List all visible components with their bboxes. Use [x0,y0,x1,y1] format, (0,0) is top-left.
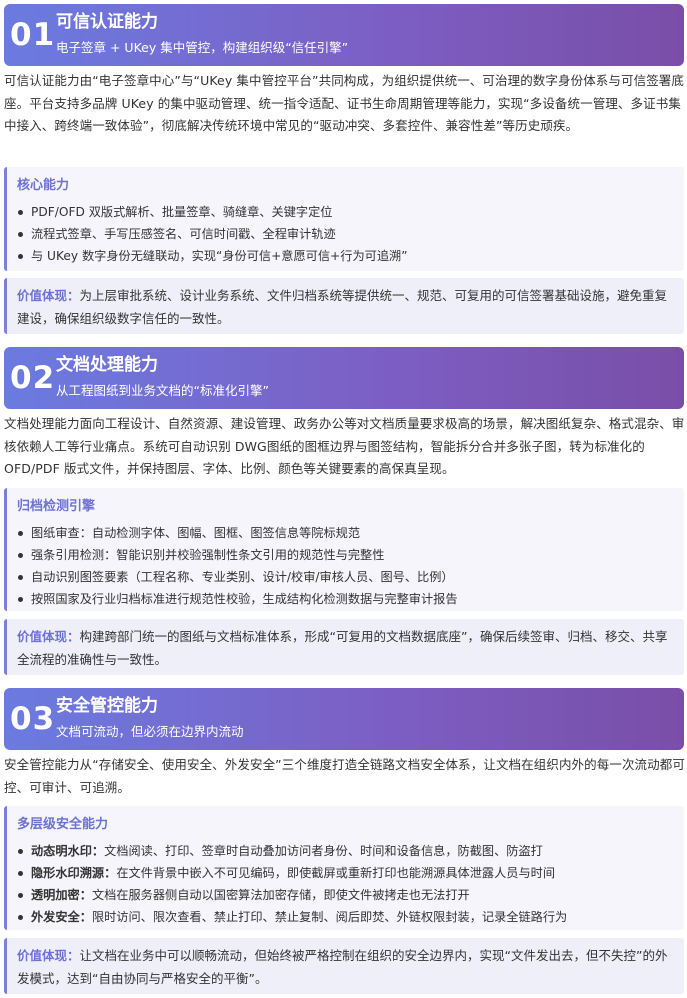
list-item: 与 UKey 数字身份无缝联动，实现“身份可信+意愿可信+行为可追溯” [17,245,676,267]
section-intro-03: 安全管控能力从“存储安全、使用安全、外发安全”三个维度打造全链路文档安全体系，让… [4,757,685,795]
value-box-02: 价值体现：构建跨部门统一的图纸与文档标准体系，形成“可复用的文档数据底座”，确保… [4,619,684,675]
section-header-03: 03 安全管控能力 文档可流动，但必须在边界内流动 [4,688,684,750]
value-box-01: 价值体现：为上层审批系统、设计业务系统、文件归档系统等提供统一、规范、可复用的可… [4,278,684,334]
section-header-02: 02 文档处理能力 从工程图纸到业务文档的“标准化引擎” [4,347,684,409]
section-intro-01: 可信认证能力由“电子签章中心”与“UKey 集中管控平台”共同构成，为组织提供统… [4,73,684,133]
section-header-01: 01 可信认证能力 电子签章 + UKey 集中管控，构建组织级“信任引擎” [4,4,684,66]
capability-card-03: 多层级安全能力 动态明水印：文档阅读、打印、签章时自动叠加访问者身份、时间和设备… [4,806,684,930]
value-box-03: 价值体现：让文档在业务中可以顺畅流动，但始终被严格控制在组织的安全边界内，实现“… [4,938,684,994]
section-subtitle: 电子签章 + UKey 集中管控，构建组织级“信任引擎” [56,40,349,55]
section-number: 03 [10,701,56,737]
section-title: 安全管控能力 [56,696,158,716]
section-number: 02 [10,360,56,396]
value-text: 为上层审批系统、设计业务系统、文件归档系统等提供统一、规范、可复用的可信签署基础… [17,288,668,326]
list-item: 图纸审查：自动检测字体、图幅、图框、图签信息等院标规范 [17,522,676,544]
list-item: 隐形水印溯源：在文件背景中嵌入不可见编码，即使截屏或重新打印也能溯源具体泄露人员… [17,862,676,884]
value-label: 价值体现： [17,288,80,303]
value-text: 构建跨部门统一的图纸与文档标准体系，形成“可复用的文档数据底座”，确保后续签审、… [17,629,668,667]
value-label: 价值体现： [17,948,80,963]
list-item: 强条引用检测：智能识别并校验强制性条文引用的规范性与完整性 [17,544,676,566]
capability-list: 动态明水印：文档阅读、打印、签章时自动叠加访问者身份、时间和设备信息，防截图、防… [17,840,676,928]
card-title: 多层级安全能力 [17,817,109,832]
section-subtitle: 文档可流动，但必须在边界内流动 [56,724,244,739]
list-item: 透明加密：文档在服务器侧自动以国密算法加密存储，即使文件被拷走也无法打开 [17,884,676,906]
list-item: 动态明水印：文档阅读、打印、签章时自动叠加访问者身份、时间和设备信息，防截图、防… [17,840,676,862]
list-item: PDF/OFD 双版式解析、批量签章、骑缝章、关键字定位 [17,201,676,223]
section-intro-02: 文档处理能力面向工程设计、自然资源、建设管理、政务办公等对文档质量要求极高的场景… [4,416,685,476]
value-text: 让文档在业务中可以顺畅流动，但始终被严格控制在组织的安全边界内，实现“文件发出去… [17,948,668,986]
section-number: 01 [10,17,56,53]
list-item: 按照国家及行业归档标准进行规范性校验，生成结构化检测数据与完整审计报告 [17,588,676,610]
list-item: 自动识别图签要素（工程名称、专业类别、设计/校审/审核人员、图号、比例） [17,566,676,588]
section-title: 文档处理能力 [56,355,158,375]
capability-list: 图纸审查：自动检测字体、图幅、图框、图签信息等院标规范 强条引用检测：智能识别并… [17,522,676,610]
card-title: 核心能力 [17,178,70,193]
section-title: 可信认证能力 [56,12,158,32]
capability-card-02: 归档检测引擎 图纸审查：自动检测字体、图幅、图框、图签信息等院标规范 强条引用检… [4,488,684,611]
capability-card-01: 核心能力 PDF/OFD 双版式解析、批量签章、骑缝章、关键字定位 流程式签章、… [4,167,684,271]
value-label: 价值体现： [17,629,80,644]
list-item: 外发安全：限时访问、限次查看、禁止打印、禁止复制、阅后即焚、外链权限封装，记录全… [17,906,676,928]
capability-list: PDF/OFD 双版式解析、批量签章、骑缝章、关键字定位 流程式签章、手写压感签… [17,201,676,267]
list-item: 流程式签章、手写压感签名、可信时间戳、全程审计轨迹 [17,223,676,245]
card-title: 归档检测引擎 [17,499,96,514]
section-subtitle: 从工程图纸到业务文档的“标准化引擎” [56,383,269,398]
